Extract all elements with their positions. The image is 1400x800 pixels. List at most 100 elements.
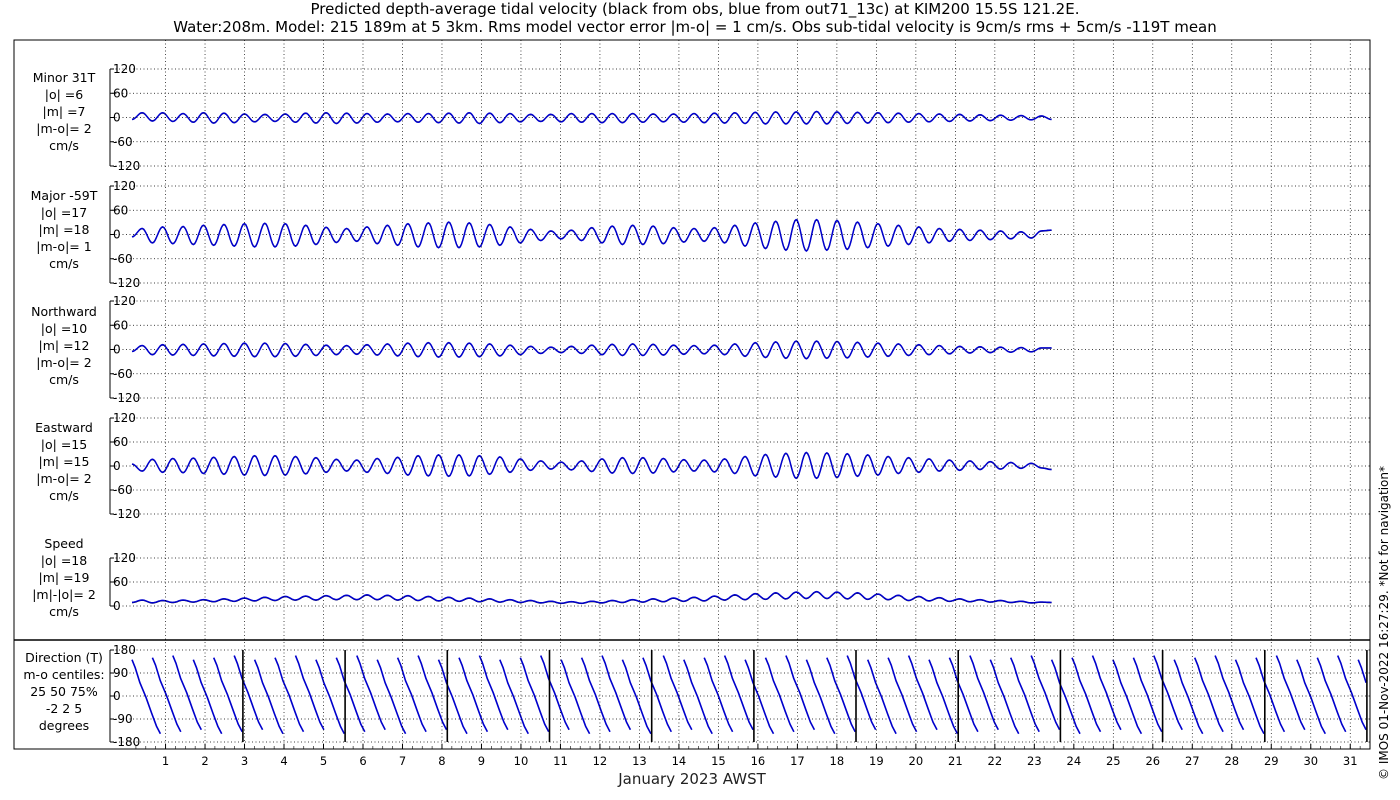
panel-label-line: |o| =6: [45, 87, 84, 102]
panel-label-line: |m-o|= 1: [36, 239, 91, 254]
x-tick-label: 4: [280, 754, 287, 768]
panel-label-line: cm/s: [49, 604, 79, 619]
y-tick-label: 60: [113, 203, 128, 217]
x-tick-label: 25: [1106, 754, 1121, 768]
panel-label-line: cm/s: [49, 372, 79, 387]
panel-4: 120 60 0 -60 -120 Eastward |o| =15 |m| =15 |m-o|…: [35, 411, 1370, 521]
x-tick-label: 8: [438, 754, 445, 768]
panel-label-line: |o| =18: [41, 553, 87, 568]
y-tick-label: -60: [113, 252, 133, 266]
y-tick-label: 60: [113, 86, 128, 100]
x-tick-label: 20: [909, 754, 924, 768]
x-tick-label: 31: [1343, 754, 1358, 768]
x-tick-label: 23: [1027, 754, 1042, 768]
panel-label-line: Direction (T): [25, 650, 103, 665]
panel-6: 180900-90-180Direction (T)m-o centiles:2…: [23, 643, 1370, 749]
panel-2: 120 60 0 -60 -120 Major -59T |o| =17 |m| =18 |m-…: [31, 179, 1370, 290]
x-tick-label: 28: [1224, 754, 1239, 768]
panel-label-line: Minor 31T: [33, 70, 96, 85]
panel-label-line: degrees: [39, 718, 89, 733]
panel-label-line: -2 2 5: [46, 701, 82, 716]
y-tick-label: 0: [113, 599, 121, 613]
panel-label-line: |m|-|o|= 2: [32, 587, 96, 602]
y-tick-label: -60: [113, 135, 133, 149]
y-tick-label: -120: [113, 159, 140, 173]
panel-label-line: cm/s: [49, 138, 79, 153]
panel-1: 120 60 0 -60 -120 Minor 31T |o| =6 |m| =7 |m-o|=…: [33, 62, 1370, 173]
panel-label-line: |m| =7: [43, 104, 86, 119]
model-series-line: [131, 218, 1052, 252]
y-tick-label: -120: [113, 391, 140, 405]
y-tick-label: 90: [113, 666, 128, 680]
model-direction-line: [131, 655, 1367, 735]
y-tick-label: 60: [113, 318, 128, 332]
panel-label-line: Eastward: [35, 420, 93, 435]
y-tick-label: 120: [113, 551, 136, 565]
y-tick-label: 60: [113, 575, 128, 589]
x-tick-label: 22: [988, 754, 1003, 768]
x-axis: 1 2 3 4 5 6 7 8 9 10 11 12 13 14 15 16 17 18 19 20 21 22 23 24 2…: [135, 40, 1361, 768]
x-tick-label: 16: [751, 754, 766, 768]
x-tick-label: 11: [553, 754, 568, 768]
x-tick-label: 26: [1145, 754, 1160, 768]
x-tick-label: 13: [632, 754, 647, 768]
chart-title-line-1: Predicted depth-average tidal velocity (…: [311, 0, 1080, 19]
x-tick-label: 7: [399, 754, 406, 768]
panel-label-line: |m-o|= 2: [36, 471, 91, 486]
panel-label-line: m-o centiles:: [23, 667, 104, 682]
panel-label-line: Major -59T: [31, 188, 98, 203]
y-tick-label: -60: [113, 483, 133, 497]
x-tick-label: 12: [593, 754, 608, 768]
x-axis-label: January 2023 AWST: [617, 770, 766, 788]
panel-label-line: cm/s: [49, 256, 79, 271]
model-series-line: [131, 590, 1052, 604]
copyright-notice: © IMOS 01-Nov-2022 16:27:29. *Not for na…: [1377, 466, 1391, 780]
y-tick-label: -120: [113, 276, 140, 290]
y-tick-label: -60: [113, 367, 133, 381]
x-tick-label: 1: [162, 754, 169, 768]
y-tick-label: 120: [113, 294, 136, 308]
y-tick-label: -90: [113, 712, 133, 726]
tidal-velocity-chart: Predicted depth-average tidal velocity (…: [13, 0, 1391, 788]
y-tick-label: 120: [113, 179, 136, 193]
y-tick-label: 0: [113, 343, 121, 357]
panel-label-line: Speed: [44, 536, 83, 551]
x-tick-label: 15: [711, 754, 726, 768]
panel-label-line: |m| =18: [39, 222, 90, 237]
panel-label-line: |o| =15: [41, 437, 87, 452]
x-tick-label: 10: [514, 754, 529, 768]
panel-5: 120 60 0 Speed |o| =18 |m| =19 |m|-|o|= 2 cm/s: [32, 536, 1370, 619]
model-series-line: [131, 340, 1052, 360]
x-tick-label: 21: [948, 754, 963, 768]
x-tick-label: 17: [790, 754, 805, 768]
x-tick-label: 14: [672, 754, 687, 768]
panel-label-line: 25 50 75%: [30, 684, 98, 699]
panel-label-line: |m| =19: [39, 570, 90, 585]
y-tick-label: 120: [113, 62, 136, 76]
x-tick-label: 30: [1303, 754, 1318, 768]
plot-frame: [13, 39, 1371, 750]
y-tick-label: 60: [113, 435, 128, 449]
panels-group: 120 60 0 -60 -120 Minor 31T |o| =6 |m| =7 |m-o|=…: [23, 62, 1370, 749]
x-tick-label: 24: [1067, 754, 1082, 768]
x-tick-label: 3: [241, 754, 248, 768]
x-tick-label: 27: [1185, 754, 1200, 768]
x-tick-label: 9: [478, 754, 485, 768]
panel-label-line: |m| =12: [39, 338, 90, 353]
y-tick-label: 0: [113, 459, 121, 473]
panel-label-line: |m-o|= 2: [36, 355, 91, 370]
x-tick-label: 2: [201, 754, 208, 768]
y-tick-label: 0: [113, 228, 121, 242]
x-tick-label: 18: [830, 754, 845, 768]
panel-3: 120 60 0 -60 -120 Northward |o| =10 |m| =12 |m-o…: [31, 294, 1370, 405]
x-tick-label: 29: [1264, 754, 1279, 768]
model-series-line: [131, 451, 1052, 480]
panel-label-line: |m| =15: [39, 454, 90, 469]
x-tick-label: 19: [869, 754, 884, 768]
y-tick-label: -120: [113, 507, 140, 521]
x-tick-label: 6: [359, 754, 366, 768]
y-tick-label: 180: [113, 643, 136, 657]
y-tick-label: 120: [113, 411, 136, 425]
panel-label-line: Northward: [31, 304, 97, 319]
panel-label-line: |o| =17: [41, 205, 87, 220]
